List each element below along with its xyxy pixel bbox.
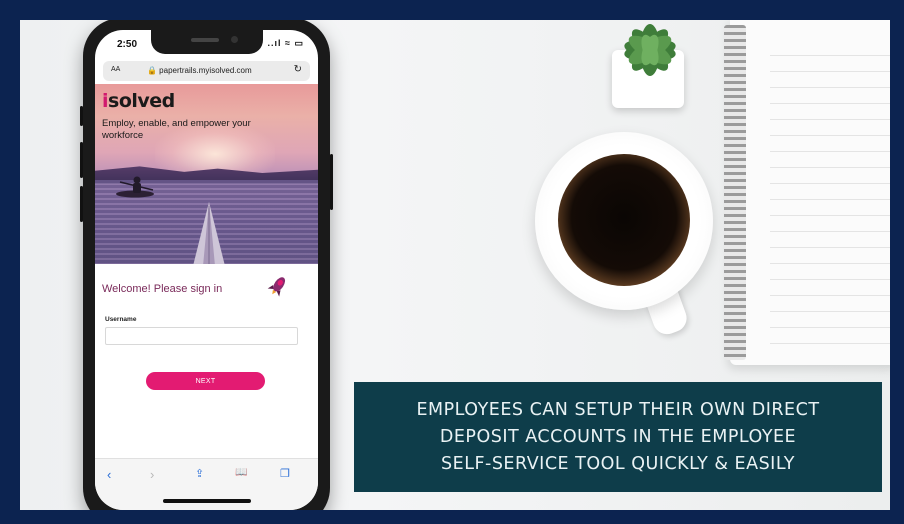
address-bar[interactable]: AA 🔒 papertrails.myisolved.com ↻ (103, 61, 310, 81)
welcome-heading: Welcome! Please sign in (102, 283, 223, 295)
video-frame: EMPLOYEES CAN SETUP THEIR OWN DIRECT DEP… (20, 20, 890, 510)
logo-text: solved (108, 90, 175, 112)
kayaker-silhouette (116, 176, 154, 198)
mute-switch (80, 106, 83, 126)
reload-icon[interactable]: ↻ (294, 64, 302, 75)
coffee-liquid (558, 154, 690, 286)
username-label: Username (105, 316, 137, 323)
spiral-notebook (724, 20, 890, 365)
tabs-icon[interactable]: ❐ (280, 467, 290, 480)
caption-line-1: EMPLOYEES CAN SETUP THEIR OWN DIRECT (416, 399, 820, 420)
share-icon[interactable]: ⇪ (195, 467, 204, 480)
caption-line-2: DEPOSIT ACCOUNTS IN THE EMPLOYEE (439, 426, 797, 447)
username-input[interactable] (105, 327, 298, 345)
caption-line-3: SELF-SERVICE TOOL QUICKLY & EASILY (441, 453, 795, 474)
power-button (330, 154, 333, 210)
home-indicator (163, 499, 251, 503)
forward-icon[interactable]: › (150, 467, 154, 482)
notebook-spiral (724, 25, 746, 360)
tagline: Employ, enable, and empower your workfor… (102, 118, 251, 141)
volume-down-button (80, 186, 83, 222)
speaker-grille (191, 38, 219, 42)
camera-icon (231, 36, 238, 43)
kayak-bow (193, 202, 225, 264)
isolved-logo: isolved (102, 90, 175, 112)
signal-wifi-battery-icon: ..ıl ≈ ▭ (267, 38, 304, 48)
phone-screen: 2:50 ..ıl ≈ ▭ AA 🔒 papertrails.myisolved… (95, 30, 318, 510)
safari-toolbar: ‹ › ⇪ 📖 ❐ (95, 458, 318, 510)
text-size-button[interactable]: AA (111, 66, 120, 73)
caption-banner: EMPLOYEES CAN SETUP THEIR OWN DIRECT DEP… (354, 382, 882, 492)
volume-up-button (80, 142, 83, 178)
succulent-plant-image (624, 24, 676, 76)
smartphone: 2:50 ..ıl ≈ ▭ AA 🔒 papertrails.myisolved… (80, 20, 333, 510)
rocket-icon (267, 277, 286, 297)
url-text[interactable]: 🔒 papertrails.myisolved.com (147, 66, 252, 75)
back-icon[interactable]: ‹ (107, 467, 111, 482)
notebook-lines (770, 40, 890, 355)
bookmarks-icon[interactable]: 📖 (235, 467, 247, 478)
hero-image: isolved Employ, enable, and empower your… (95, 84, 318, 264)
phone-notch (151, 30, 263, 54)
status-time: 2:50 (117, 39, 138, 50)
next-button[interactable]: NEXT (146, 372, 265, 390)
